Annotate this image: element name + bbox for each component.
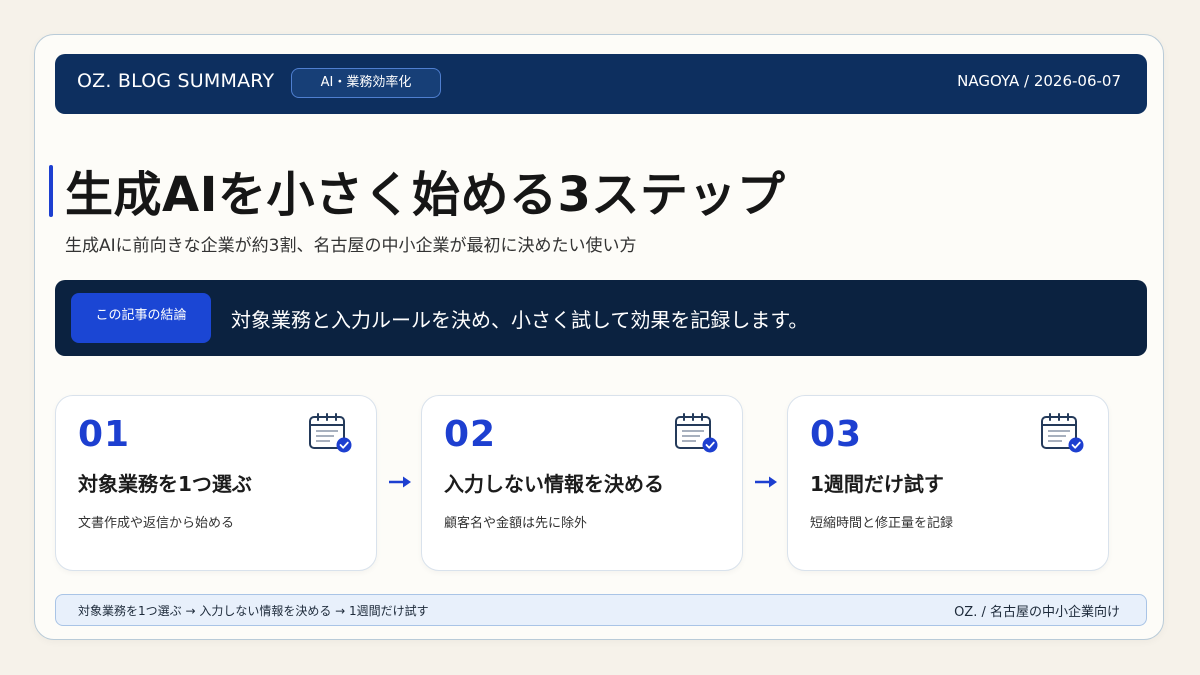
step-description: 文書作成や返信から始める [78,516,235,531]
step-card-2: 02 入力しない情報を決める 顧客名や金額は先に除外 [421,395,743,571]
summary-card: OZ. BLOG SUMMARY AI・業務効率化 NAGOYA / 2026-… [34,34,1164,640]
title-accent-bar [49,165,53,217]
category-tag: AI・業務効率化 [291,68,441,98]
arrow-right-icon [755,476,777,488]
conclusion-banner: この記事の結論 対象業務と入力ルールを決め、小さく試して効果を記録します。 [55,280,1147,356]
page-title: 生成AIを小さく始める3ステップ [65,167,786,223]
page-subtitle: 生成AIに前向きな企業が約3割、名古屋の中小企業が最初に決めたい使い方 [65,236,637,256]
conclusion-text: 対象業務と入力ルールを決め、小さく試して効果を記録します。 [231,308,809,332]
arrow-right-icon [389,476,411,488]
footer-credit: OZ. / 名古屋の中小企業向け [954,605,1120,620]
header-bar: OZ. BLOG SUMMARY AI・業務効率化 NAGOYA / 2026-… [55,54,1147,114]
location-date: NAGOYA / 2026-06-07 [957,72,1121,90]
conclusion-label: この記事の結論 [71,293,211,343]
step-title: 1週間だけ試す [810,472,944,496]
step-card-1: 01 対象業務を1つ選ぶ 文書作成や返信から始める [55,395,377,571]
footer-bar: 対象業務を1つ選ぶ → 入力しない情報を決める → 1週間だけ試す OZ. / … [55,594,1147,626]
step-number: 03 [810,414,863,455]
footer-flow: 対象業務を1つ選ぶ → 入力しない情報を決める → 1週間だけ試す [78,604,429,618]
step-card-3: 03 1週間だけ試す 短縮時間と修正量を記録 [787,395,1109,571]
calendar-check-icon [1041,413,1084,453]
step-number: 01 [78,414,131,455]
step-number: 02 [444,414,497,455]
brand-title: OZ. BLOG SUMMARY [77,70,275,92]
step-description: 短縮時間と修正量を記録 [810,516,954,531]
step-description: 顧客名や金額は先に除外 [444,516,588,531]
step-title: 入力しない情報を決める [444,472,664,496]
step-title: 対象業務を1つ選ぶ [78,472,252,496]
calendar-check-icon [309,413,352,453]
calendar-check-icon [675,413,718,453]
